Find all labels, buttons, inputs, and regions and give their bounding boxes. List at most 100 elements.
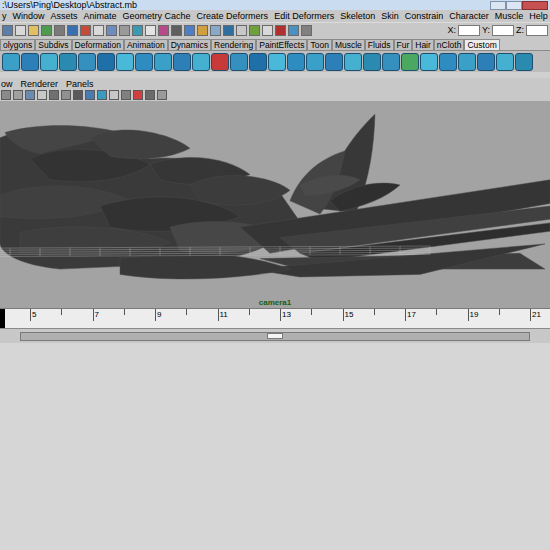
view-tool-icon[interactable]: [109, 90, 119, 100]
shelf-tab[interactable]: Dynamics: [168, 39, 211, 50]
view-tool-icon[interactable]: [13, 90, 23, 100]
shelf-tool-icon[interactable]: [496, 53, 514, 71]
menu-item[interactable]: Edit Deformers: [274, 11, 334, 22]
coordinate-field[interactable]: [492, 25, 514, 36]
tool-icon[interactable]: [249, 25, 260, 36]
shelf-tool-icon[interactable]: [192, 53, 210, 71]
shelf-tab[interactable]: Toon: [307, 39, 331, 50]
shelf-tab[interactable]: Deformation: [72, 39, 124, 50]
shelf-tool-icon[interactable]: [325, 53, 343, 71]
shelf-tab[interactable]: Muscle: [332, 39, 365, 50]
coordinate-field[interactable]: [526, 25, 548, 36]
view-tool-icon[interactable]: [133, 90, 143, 100]
shelf-tool-icon[interactable]: [116, 53, 134, 71]
shelf-tool-icon[interactable]: [363, 53, 381, 71]
panel-menu-item[interactable]: Renderer: [21, 79, 59, 89]
shelf-tool-icon[interactable]: [287, 53, 305, 71]
shelf-tool-icon[interactable]: [135, 53, 153, 71]
tool-icon[interactable]: [223, 25, 234, 36]
menu-item[interactable]: Muscle: [495, 11, 524, 22]
viewport[interactable]: camera1: [0, 101, 550, 308]
tool-icon[interactable]: [132, 25, 143, 36]
tool-icon[interactable]: [171, 25, 182, 36]
view-tool-icon[interactable]: [145, 90, 155, 100]
shelf-tab[interactable]: Animation: [124, 39, 168, 50]
tool-icon[interactable]: [197, 25, 208, 36]
tool-icon[interactable]: [106, 25, 117, 36]
shelf-tab[interactable]: PaintEffects: [256, 39, 307, 50]
shelf-tool-icon[interactable]: [40, 53, 58, 71]
menu-item[interactable]: Skin: [381, 11, 399, 22]
view-tool-icon[interactable]: [25, 90, 35, 100]
menu-item[interactable]: Animate: [84, 11, 117, 22]
shelf-tool-icon[interactable]: [78, 53, 96, 71]
shelf-tab[interactable]: Subdivs: [35, 39, 71, 50]
view-tool-icon[interactable]: [37, 90, 47, 100]
tool-icon[interactable]: [15, 25, 26, 36]
tool-icon[interactable]: [28, 25, 39, 36]
view-tool-icon[interactable]: [85, 90, 95, 100]
tool-icon[interactable]: [93, 25, 104, 36]
shelf-tool-icon[interactable]: [458, 53, 476, 71]
shelf-tab[interactable]: Fur: [394, 39, 413, 50]
minimize-icon[interactable]: [490, 1, 506, 10]
view-tool-icon[interactable]: [97, 90, 107, 100]
range-track[interactable]: [20, 332, 530, 341]
maximize-icon[interactable]: [506, 1, 522, 10]
shelf-tool-icon[interactable]: [2, 53, 20, 71]
shelf-tool-icon[interactable]: [401, 53, 419, 71]
shelf-tab[interactable]: nCloth: [434, 39, 465, 50]
tool-icon[interactable]: [2, 25, 13, 36]
shelf-tab[interactable]: olygons: [0, 39, 35, 50]
tool-icon[interactable]: [236, 25, 247, 36]
shelf-tool-icon[interactable]: [211, 53, 229, 71]
menu-item[interactable]: y: [2, 11, 7, 22]
menu-item[interactable]: Window: [13, 11, 45, 22]
view-tool-icon[interactable]: [73, 90, 83, 100]
shelf-tool-icon[interactable]: [515, 53, 533, 71]
menu-item[interactable]: Create Deformers: [197, 11, 269, 22]
tool-icon[interactable]: [288, 25, 299, 36]
shelf-tool-icon[interactable]: [439, 53, 457, 71]
shelf-tool-icon[interactable]: [344, 53, 362, 71]
tool-icon[interactable]: [275, 25, 286, 36]
panel-menu-item[interactable]: ow: [1, 79, 13, 89]
menu-item[interactable]: Help: [529, 11, 548, 22]
tool-icon[interactable]: [119, 25, 130, 36]
shelf-tab[interactable]: Hair: [412, 39, 434, 50]
playhead[interactable]: [0, 309, 5, 328]
shelf-tool-icon[interactable]: [97, 53, 115, 71]
time-slider[interactable]: 579111315171921: [0, 308, 550, 328]
tool-icon[interactable]: [301, 25, 312, 36]
view-tool-icon[interactable]: [61, 90, 71, 100]
shelf-tool-icon[interactable]: [268, 53, 286, 71]
shelf-tool-icon[interactable]: [230, 53, 248, 71]
close-icon[interactable]: [522, 1, 548, 10]
shelf-tool-icon[interactable]: [173, 53, 191, 71]
menu-item[interactable]: Constrain: [405, 11, 444, 22]
shelf-tool-icon[interactable]: [249, 53, 267, 71]
menu-item[interactable]: Assets: [51, 11, 78, 22]
tool-icon[interactable]: [145, 25, 156, 36]
view-tool-icon[interactable]: [157, 90, 167, 100]
tool-icon[interactable]: [54, 25, 65, 36]
tool-icon[interactable]: [67, 25, 78, 36]
shelf-tool-icon[interactable]: [306, 53, 324, 71]
range-handle[interactable]: [267, 333, 283, 339]
shelf-tab[interactable]: Custom: [464, 39, 499, 50]
shelf-tool-icon[interactable]: [420, 53, 438, 71]
tool-icon[interactable]: [210, 25, 221, 36]
menu-item[interactable]: Geometry Cache: [123, 11, 191, 22]
tool-icon[interactable]: [158, 25, 169, 36]
panel-menu-item[interactable]: Panels: [66, 79, 94, 89]
scene-geometry[interactable]: [0, 101, 550, 308]
shelf-tool-icon[interactable]: [477, 53, 495, 71]
menu-item[interactable]: Skeleton: [340, 11, 375, 22]
menu-item[interactable]: Character: [449, 11, 489, 22]
tool-icon[interactable]: [262, 25, 273, 36]
shelf-tool-icon[interactable]: [154, 53, 172, 71]
tool-icon[interactable]: [80, 25, 91, 36]
shelf-tool-icon[interactable]: [59, 53, 77, 71]
shelf-tool-icon[interactable]: [21, 53, 39, 71]
shelf-tab[interactable]: Rendering: [211, 39, 256, 50]
